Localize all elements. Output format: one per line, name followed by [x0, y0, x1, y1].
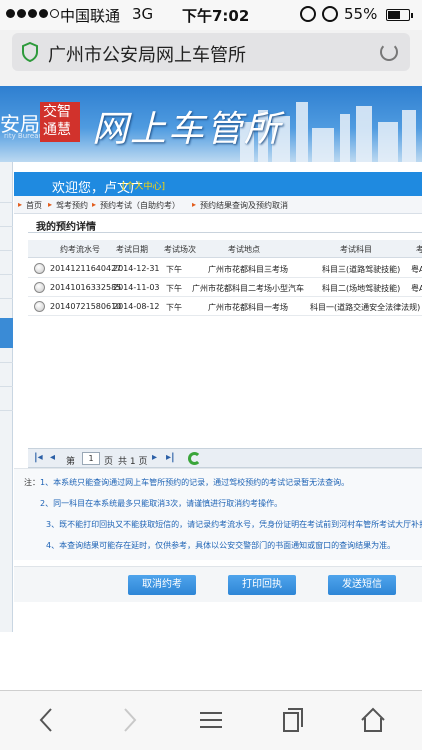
tabs-icon[interactable] — [278, 705, 308, 735]
side-menu-active-tab[interactable] — [0, 318, 13, 348]
menu-icon[interactable] — [196, 705, 226, 735]
battery-icon — [386, 9, 413, 21]
next-page-button[interactable]: ▸ — [152, 452, 157, 463]
print-receipt-button[interactable]: 打印回执 — [228, 575, 296, 595]
welcome-bar: 欢迎您，卢文广 [个人中心] — [14, 172, 422, 198]
main-content: 欢迎您，卢文广 [个人中心] ▸ 首页 ▸ 驾考预约 ▸ 预约考试（自助约考） … — [0, 162, 422, 692]
alarm-icon — [322, 6, 338, 22]
signal-icon — [6, 9, 59, 18]
table-header: 约考流水号 考试日期 考试场次 考试地点 考试科目 考 — [28, 240, 422, 258]
table-row[interactable]: 20140721580610 2014-08-12 下午 广州市花都科目一考场 … — [28, 298, 422, 316]
user-center-link[interactable]: [个人中心] — [122, 179, 165, 192]
last-page-button[interactable]: ▸| — [166, 452, 175, 463]
breadcrumb: ▸ 首页 ▸ 驾考预约 ▸ 预约考试（自助约考） ▸ 预约结果查询及预约取消 — [14, 196, 422, 214]
clock: 下午7:02 — [182, 7, 250, 25]
site-logo: 网上车管所 — [92, 109, 283, 150]
browser-toolbar — [0, 691, 422, 750]
note-item: 4、本查询结果可能存在延时，仅供参考，具体以公安交警部门的书面通知或窗口的查询结… — [46, 541, 396, 550]
row-radio[interactable] — [34, 301, 45, 312]
smart-traffic-logo: 交智 通慧 — [40, 102, 80, 142]
note-item: 1、本系统只能查询通过网上车管所预约的记录，通过驾校预约的考试记录暂无法查询。 — [40, 478, 350, 487]
table-row[interactable]: 20141016332585 2014-11-03 下午 广州市花都科目二考场小… — [28, 279, 422, 297]
home-icon[interactable] — [358, 705, 388, 735]
rotation-lock-icon — [300, 6, 316, 22]
action-bar: 取消约考 打印回执 发送短信 — [14, 566, 422, 602]
note-item: 3、既不能打印回执又不能获取短信的，请记录约考流水号，凭身份证明在考试前到河村车… — [46, 520, 422, 529]
row-radio[interactable] — [34, 263, 45, 274]
status-bar: 中国联通 3G 下午7:02 55% — [0, 0, 422, 30]
carrier-label: 中国联通 — [60, 7, 121, 25]
row-radio[interactable] — [34, 282, 45, 293]
site-banner: 安局 rity Bureau 交智 通慧 网上车管所 — [0, 86, 422, 162]
refresh-icon[interactable] — [188, 452, 201, 465]
secure-shield-icon — [22, 42, 38, 62]
bureau-subtext: rity Bureau — [4, 132, 43, 140]
cancel-booking-button[interactable]: 取消约考 — [128, 575, 196, 595]
prev-page-button[interactable]: ◂ — [50, 452, 55, 463]
section-title: 我的预约详情 — [36, 222, 96, 233]
first-page-button[interactable]: |◂ — [34, 452, 43, 463]
reload-icon[interactable] — [380, 43, 398, 61]
breadcrumb-home[interactable]: 首页 — [26, 200, 42, 211]
battery-percent: 55% — [344, 5, 378, 23]
side-menu[interactable] — [0, 162, 13, 632]
breadcrumb-exam-booking[interactable]: 驾考预约 — [56, 200, 88, 211]
address-bar[interactable]: 广州市公安局网上车管所 — [12, 33, 410, 71]
breadcrumb-current: 预约结果查询及预约取消 — [200, 201, 288, 210]
table-row[interactable]: 20141211640427 2014-12-31 下午 广州市花都科目三考场 … — [28, 260, 422, 278]
page-number-input[interactable]: 1 — [82, 452, 100, 465]
forward-icon[interactable] — [114, 705, 144, 735]
back-icon[interactable] — [32, 705, 62, 735]
send-sms-button[interactable]: 发送短信 — [328, 575, 396, 595]
breadcrumb-self-booking[interactable]: 预约考试（自助约考） — [100, 200, 180, 211]
network-label: 3G — [132, 5, 154, 23]
total-pages: 共 1 页 — [118, 457, 148, 467]
pagination: |◂ ◂ 第 1 页 共 1 页 ▸ ▸| — [28, 448, 422, 468]
page-title: 广州市公安局网上车管所 — [48, 45, 246, 66]
note-item: 2、同一科目在本系统最多只能取消3次，请谨慎进行取消约考操作。 — [40, 499, 283, 508]
